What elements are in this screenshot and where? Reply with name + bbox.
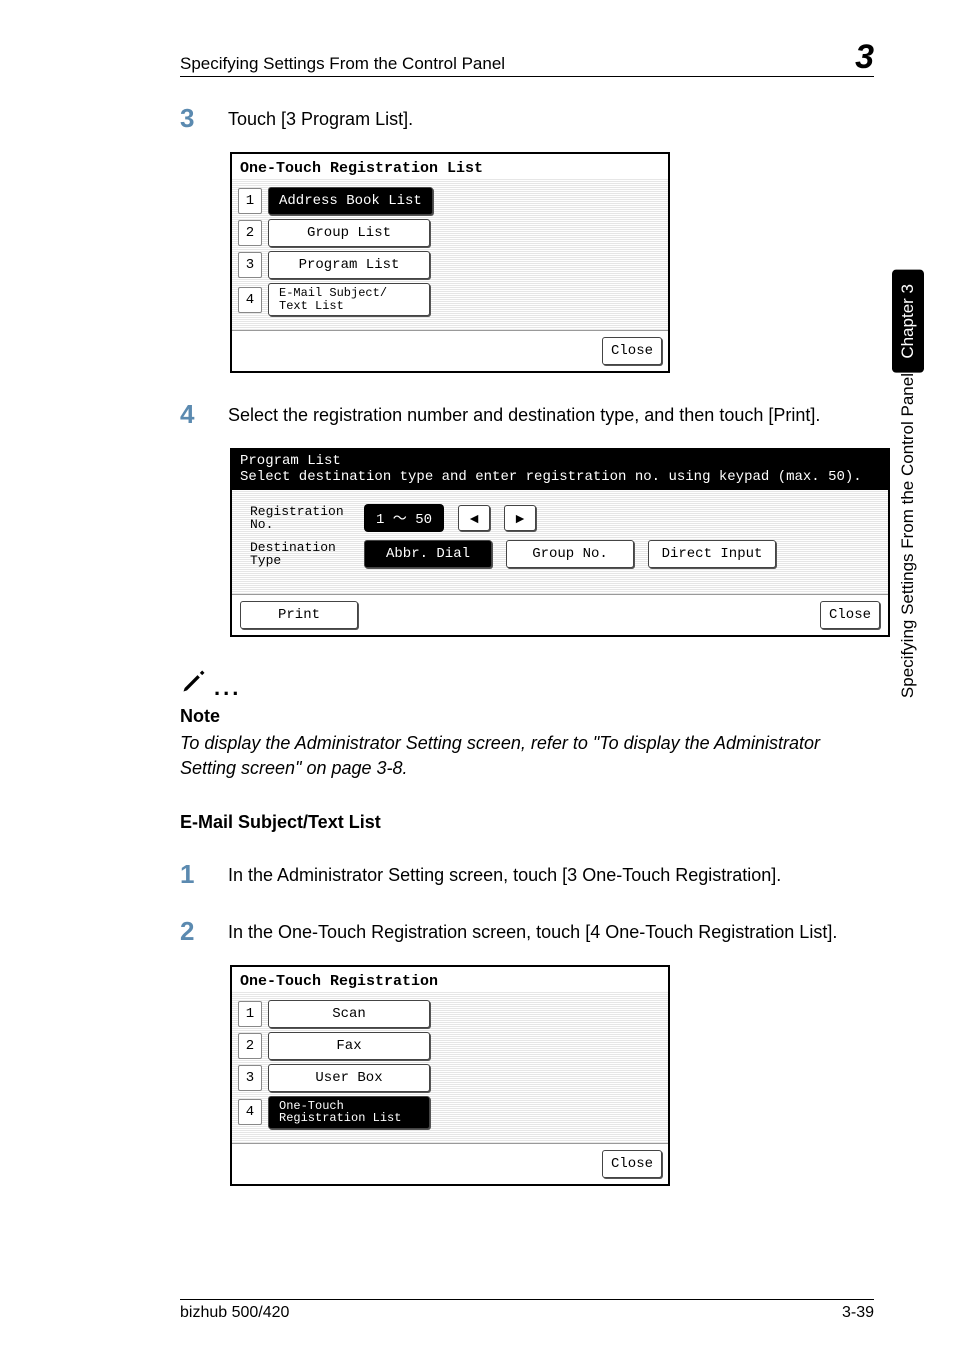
- side-tab-chapter: Chapter 3: [892, 270, 924, 373]
- lcd3-item2-num: 2: [238, 1033, 262, 1059]
- address-book-list-button[interactable]: Address Book List: [268, 187, 433, 215]
- step-text-3: Touch [3 Program List].: [228, 103, 413, 132]
- destination-type-label: Destination Type: [246, 541, 350, 568]
- registration-no-value: 1 ～ 50: [364, 504, 444, 532]
- registration-no-label: Registration No.: [246, 505, 350, 532]
- email-subject-text-list-button[interactable]: E-Mail Subject/ Text List: [268, 283, 430, 316]
- lcd-one-touch-registration: One-Touch Registration 1 Scan 2 Fax 3 Us…: [230, 965, 670, 1186]
- abbr-dial-button[interactable]: Abbr. Dial: [364, 540, 492, 568]
- scan-button[interactable]: Scan: [268, 1000, 430, 1028]
- lcd3-title: One-Touch Registration: [232, 967, 668, 992]
- program-list-button[interactable]: Program List: [268, 251, 430, 279]
- lcd1-item2-num: 2: [238, 220, 262, 246]
- step-text-4: Select the registration number and desti…: [228, 399, 820, 428]
- lcd1-title: One-Touch Registration List: [232, 154, 668, 179]
- note-heading: Note: [180, 706, 874, 727]
- pen-hand-icon: [180, 667, 208, 702]
- page-header: Specifying Settings From the Control Pan…: [180, 40, 874, 77]
- lcd3-item4-num: 4: [238, 1099, 262, 1125]
- lcd1-item4-num: 4: [238, 287, 262, 313]
- step-text-1b: In the Administrator Setting screen, tou…: [228, 859, 781, 888]
- lcd2-close-button[interactable]: Close: [820, 601, 880, 629]
- step-text-2b: In the One-Touch Registration screen, to…: [228, 916, 837, 945]
- arrow-left-icon: ◄: [467, 510, 481, 526]
- group-no-button[interactable]: Group No.: [506, 540, 634, 568]
- lcd3-item3-num: 3: [238, 1065, 262, 1091]
- direct-input-button[interactable]: Direct Input: [648, 540, 776, 568]
- lcd2-subtitle: Select destination type and enter regist…: [240, 469, 880, 485]
- lcd1-item3-num: 3: [238, 252, 262, 278]
- step-number-3: 3: [180, 103, 200, 134]
- footer-page-number: 3-39: [842, 1304, 874, 1322]
- page-footer: bizhub 500/420 3-39: [180, 1299, 874, 1322]
- step-number-2b: 2: [180, 916, 200, 947]
- lcd2-title: Program List: [240, 453, 880, 469]
- one-touch-registration-list-button[interactable]: One-Touch Registration List: [268, 1096, 430, 1129]
- lcd-program-list: Program List Select destination type and…: [230, 448, 890, 637]
- user-box-button[interactable]: User Box: [268, 1064, 430, 1092]
- group-list-button[interactable]: Group List: [268, 219, 430, 247]
- lcd-one-touch-registration-list: One-Touch Registration List 1 Address Bo…: [230, 152, 670, 373]
- arrow-right-icon: ►: [513, 510, 527, 526]
- lcd1-item1-num: 1: [238, 188, 262, 214]
- chapter-number: 3: [855, 40, 874, 74]
- registration-prev-button[interactable]: ◄: [458, 505, 490, 531]
- header-title: Specifying Settings From the Control Pan…: [180, 54, 505, 74]
- registration-next-button[interactable]: ►: [504, 505, 536, 531]
- note-body: To display the Administrator Setting scr…: [180, 731, 874, 781]
- note-icon: ...: [180, 667, 874, 702]
- side-tab-title: Specifying Settings From the Control Pan…: [892, 373, 924, 708]
- lcd3-close-button[interactable]: Close: [602, 1150, 662, 1178]
- lcd3-item1-num: 1: [238, 1001, 262, 1027]
- note-dots-icon: ...: [214, 677, 241, 702]
- fax-button[interactable]: Fax: [268, 1032, 430, 1060]
- footer-model: bizhub 500/420: [180, 1304, 289, 1322]
- step-number-4: 4: [180, 399, 200, 430]
- lcd1-close-button[interactable]: Close: [602, 337, 662, 365]
- step-number-1b: 1: [180, 859, 200, 890]
- section-email-subject-text-list: E-Mail Subject/Text List: [180, 812, 874, 833]
- side-tab: Chapter 3 Specifying Settings From the C…: [892, 270, 924, 920]
- print-button[interactable]: Print: [240, 601, 358, 629]
